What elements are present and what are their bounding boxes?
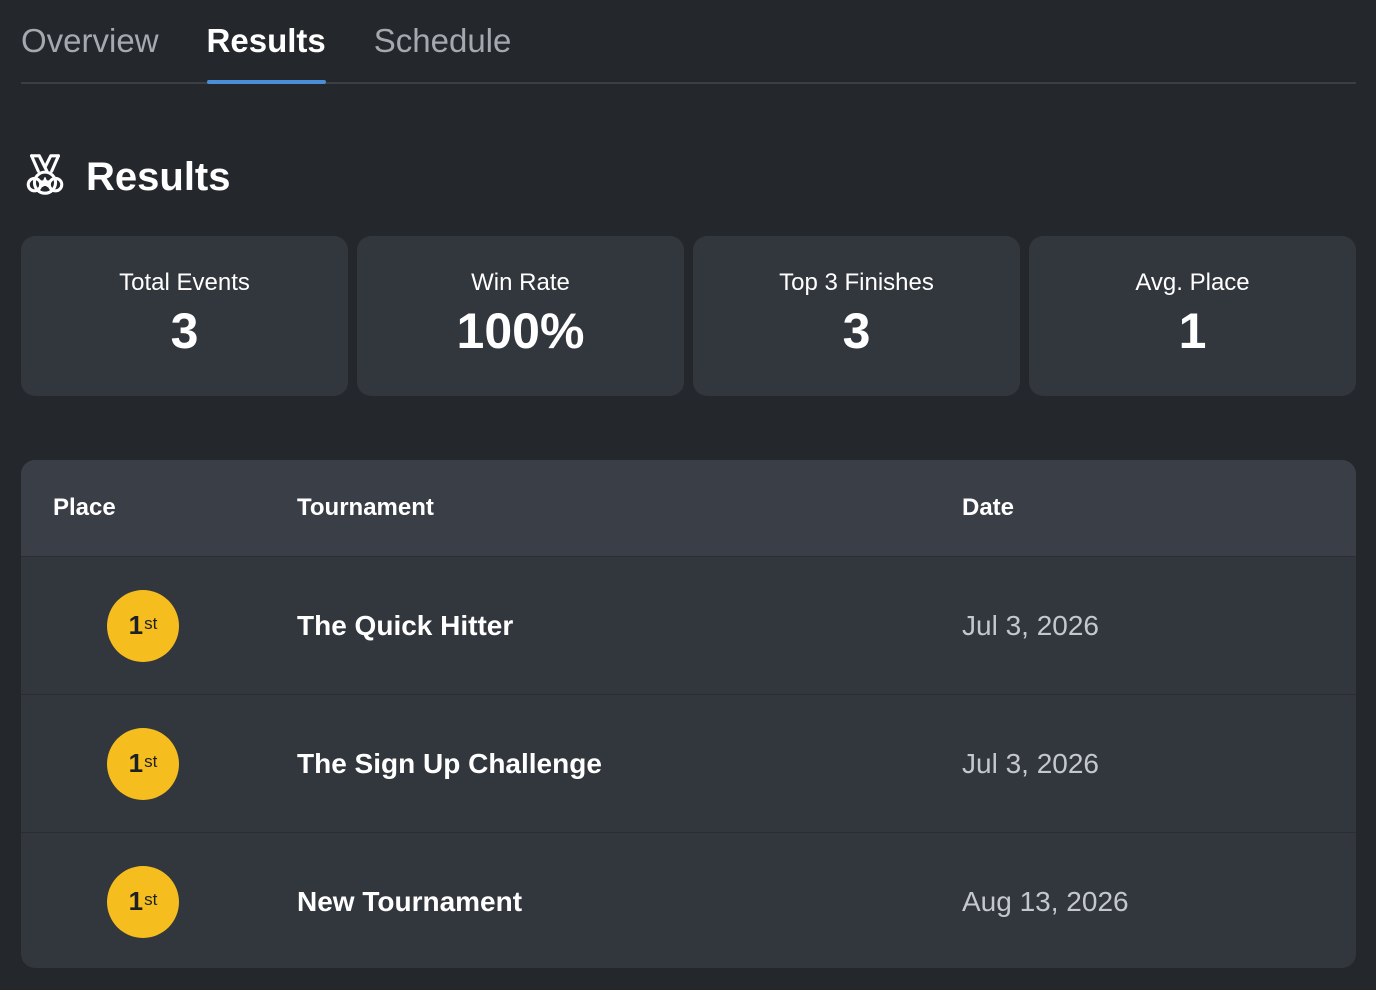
table-row[interactable]: 1st The Quick Hitter Jul 3, 2026 bbox=[21, 556, 1356, 694]
stat-value: 1 bbox=[1178, 303, 1207, 359]
table-row[interactable]: 1st New Tournament Aug 13, 2026 bbox=[21, 832, 1356, 968]
stats-row: Total Events 3 Win Rate 100% Top 3 Finis… bbox=[21, 236, 1356, 396]
place-number: 1 bbox=[128, 610, 144, 640]
table-row[interactable]: 1st The Sign Up Challenge Jul 3, 2026 bbox=[21, 694, 1356, 832]
stat-card-win-rate: Win Rate 100% bbox=[357, 236, 684, 396]
stat-card-total-events: Total Events 3 bbox=[21, 236, 348, 396]
stat-card-avg-place: Avg. Place 1 bbox=[1029, 236, 1356, 396]
place-badge: 1st bbox=[107, 727, 179, 800]
stat-label: Avg. Place bbox=[1135, 269, 1250, 296]
place-badge: 1st bbox=[107, 589, 179, 662]
page: Overview Results Schedule Results Total … bbox=[0, 0, 1376, 990]
tournament-name[interactable]: The Sign Up Challenge bbox=[297, 748, 962, 780]
place-number: 1 bbox=[128, 748, 144, 778]
stat-value: 100% bbox=[456, 303, 585, 359]
place-suffix: st bbox=[144, 751, 158, 771]
tab-results[interactable]: Results bbox=[206, 0, 326, 84]
tournament-date: Aug 13, 2026 bbox=[962, 885, 1129, 917]
place-suffix: st bbox=[144, 613, 158, 633]
place-cell: 1st bbox=[21, 589, 297, 662]
place-cell: 1st bbox=[21, 727, 297, 800]
tab-overview[interactable]: Overview bbox=[21, 0, 159, 82]
tournament-name[interactable]: New Tournament bbox=[297, 886, 962, 918]
column-header-place[interactable]: Place bbox=[21, 494, 297, 522]
medal-icon bbox=[22, 152, 68, 203]
table-header: Place Tournament Date bbox=[21, 460, 1356, 556]
stat-label: Top 3 Finishes bbox=[779, 269, 934, 296]
stat-value: 3 bbox=[170, 303, 199, 359]
place-cell: 1st bbox=[21, 865, 297, 938]
section-title: Results bbox=[86, 154, 231, 199]
place-badge: 1st bbox=[107, 865, 179, 938]
place-number: 1 bbox=[128, 886, 144, 916]
tab-schedule[interactable]: Schedule bbox=[374, 0, 512, 82]
results-table: Place Tournament Date 1st The Quick Hitt… bbox=[21, 460, 1356, 968]
stat-value: 3 bbox=[842, 303, 871, 359]
section-header: Results bbox=[22, 150, 231, 204]
tournament-date: Jul 3, 2026 bbox=[962, 747, 1099, 779]
stat-card-top3-finishes: Top 3 Finishes 3 bbox=[693, 236, 1020, 396]
stat-label: Total Events bbox=[119, 269, 250, 296]
place-suffix: st bbox=[144, 889, 158, 909]
tournament-name[interactable]: The Quick Hitter bbox=[297, 610, 962, 642]
tab-bar: Overview Results Schedule bbox=[21, 0, 1356, 84]
column-header-tournament[interactable]: Tournament bbox=[297, 494, 962, 522]
stat-label: Win Rate bbox=[471, 269, 570, 296]
tournament-date: Jul 3, 2026 bbox=[962, 609, 1099, 641]
column-header-date[interactable]: Date bbox=[962, 494, 1356, 522]
